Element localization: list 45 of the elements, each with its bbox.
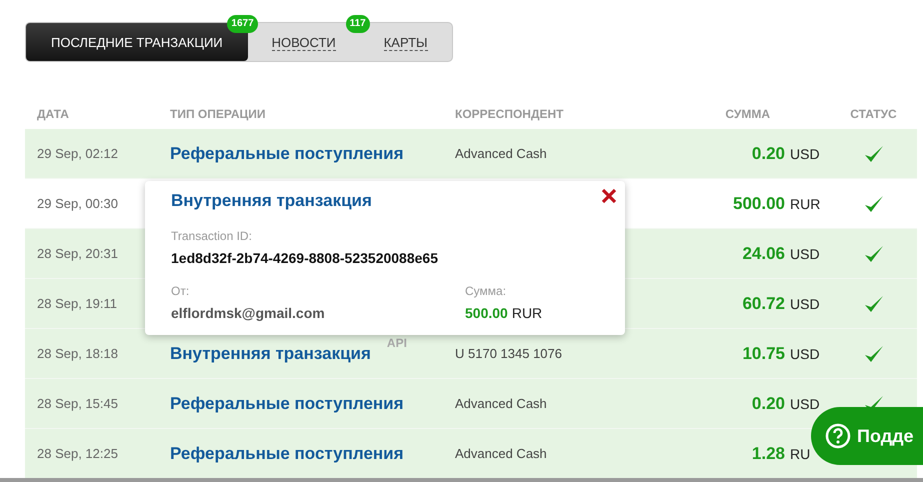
amount-value: 500.00: [465, 305, 508, 321]
correspondent-cell: U 5170 1345 1076: [455, 346, 562, 360]
correspondent-cell: Advanced Cash: [455, 396, 547, 410]
currency-code: USD: [790, 346, 820, 362]
currency-code: RU: [790, 446, 810, 462]
api-tag: API: [386, 336, 407, 350]
correspondent-cell: Advanced Cash: [455, 146, 547, 160]
transaction-id: 1ed8d32f-2b74-4269-8808-523520088e65: [171, 250, 439, 266]
column-header: ДАТА: [37, 106, 69, 120]
amount-value: 1.28: [752, 444, 785, 462]
column-header: СТАТУС: [850, 106, 897, 120]
date-cell-text: 28 Sep, 20:31: [37, 246, 119, 261]
operation-link[interactable]: Реферальные поступления: [170, 394, 404, 412]
field-label: Сумма:: [465, 284, 508, 298]
count-badge: 1677: [227, 15, 258, 33]
column-header: СУММА: [725, 106, 770, 120]
currency-code: RUR: [512, 305, 542, 321]
operation-link[interactable]: Реферальные поступления: [170, 444, 404, 462]
currency-code: USD: [790, 146, 820, 162]
currency-code: USD: [790, 296, 820, 312]
field-label: Transaction ID:: [171, 229, 253, 243]
date-cell-text: 28 Sep, 18:18: [37, 346, 119, 361]
currency-code: USD: [790, 246, 820, 262]
count-badge: 117: [346, 15, 370, 33]
amount-value: 500.00: [733, 194, 785, 212]
sender-email: elflordmsk@gmail.com: [171, 305, 326, 321]
amount-value: 24.06: [742, 244, 785, 262]
column-header: КОРРЕСПОНДЕНТ: [455, 106, 564, 120]
field-label: От:: [171, 284, 190, 298]
date-cell-text: 29 Sep, 00:30: [37, 196, 119, 211]
date-cell-text: 28 Sep, 15:45: [37, 396, 119, 411]
operation-link[interactable]: Реферальные поступления: [170, 144, 404, 162]
amount-value: 10.75: [742, 344, 785, 362]
amount-value: 60.72: [742, 294, 785, 312]
date-cell-text: 29 Sep, 02:12: [37, 146, 119, 161]
correspondent-cell: Advanced Cash: [455, 446, 547, 460]
help-icon: [825, 423, 851, 449]
column-header: ТИП ОПЕРАЦИИ: [170, 106, 266, 120]
amount-value: 0.20: [752, 394, 785, 412]
amount-value: 0.20: [752, 144, 785, 162]
date-cell-text: 28 Sep, 19:11: [37, 296, 118, 311]
popup-title: Внутренняя транзакция: [171, 191, 373, 211]
date-cell-text: 28 Sep, 12:25: [37, 446, 119, 461]
close-button[interactable]: [599, 186, 619, 206]
currency-code: RUR: [790, 196, 820, 212]
